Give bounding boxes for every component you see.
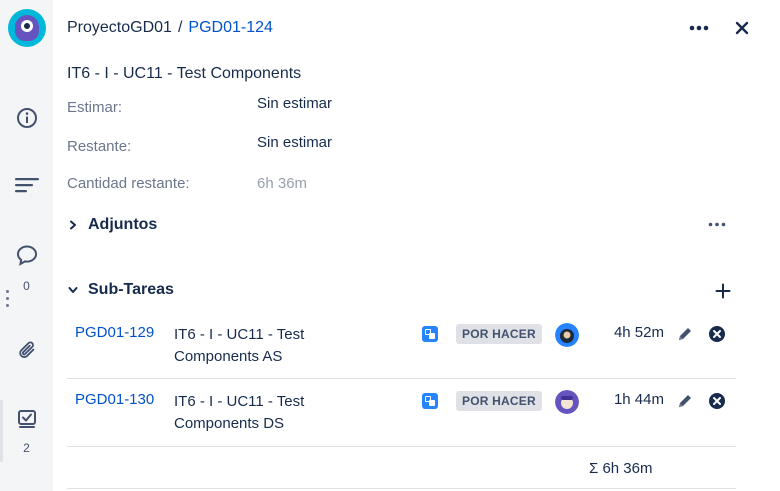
remaining-label: Restante:	[67, 138, 132, 155]
add-subtask-icon[interactable]	[712, 280, 734, 302]
subtasks-title: Sub-Tareas	[88, 281, 174, 298]
remaining-amount-label: Cantidad restante:	[67, 175, 190, 192]
breadcrumb-project[interactable]: ProyectoGD01	[67, 19, 172, 36]
subtask-row[interactable]: PGD01-130 IT6 - I - UC11 - Test Componen…	[67, 380, 736, 446]
close-icon[interactable]	[732, 18, 752, 38]
subtask-summary[interactable]: IT6 - I - UC11 - Test Components AS	[174, 324, 374, 368]
subtask-key[interactable]: PGD01-129	[75, 324, 154, 341]
remaining-amount-value: 6h 36m	[257, 175, 308, 192]
avatar[interactable]	[555, 390, 579, 414]
resize-handle[interactable]	[6, 290, 9, 310]
breadcrumb-separator: /	[177, 19, 183, 36]
logo-face	[15, 15, 39, 41]
estimate-value[interactable]: Sin estimar	[257, 95, 332, 112]
estimate-label: Estimar:	[67, 99, 123, 116]
status-badge[interactable]: POR HACER	[456, 324, 542, 344]
row-divider	[67, 488, 736, 489]
breadcrumb: ProyectoGD01 / PGD01-124	[67, 19, 273, 37]
subtasks-section-toggle[interactable]: Sub-Tareas	[68, 281, 174, 299]
subtask-key[interactable]: PGD01-130	[75, 391, 154, 408]
comment-icon[interactable]	[8, 238, 46, 272]
attachments-title: Adjuntos	[88, 216, 158, 233]
remove-icon[interactable]	[708, 325, 726, 343]
pencil-icon[interactable]	[676, 325, 694, 343]
subtask-time: 4h 52m	[613, 324, 664, 341]
subtask-summary[interactable]: IT6 - I - UC11 - Test Components DS	[174, 391, 374, 435]
app-logo[interactable]	[8, 9, 46, 47]
row-divider	[67, 378, 736, 379]
chevron-right-icon	[68, 217, 88, 233]
avatar[interactable]	[555, 323, 579, 347]
subtask-row[interactable]: PGD01-129 IT6 - I - UC11 - Test Componen…	[67, 313, 736, 379]
issue-title: IT6 - I - UC11 - Test Components	[67, 65, 302, 82]
status-badge[interactable]: POR HACER	[456, 391, 542, 411]
subtasks-icon[interactable]	[8, 402, 46, 436]
remaining-value[interactable]: Sin estimar	[257, 134, 332, 151]
attachment-icon[interactable]	[8, 333, 46, 367]
attachments-more-icon[interactable]	[705, 216, 729, 232]
subtasks-total-time: Σ 6h 36m	[589, 460, 653, 477]
chevron-down-icon	[68, 282, 88, 298]
row-divider	[67, 446, 736, 447]
remove-icon[interactable]	[708, 392, 726, 410]
left-rail: 0 2	[0, 0, 53, 491]
attachments-section-toggle[interactable]: Adjuntos	[68, 216, 157, 234]
subtask-time: 1h 44m	[613, 391, 664, 408]
breadcrumb-issue-key[interactable]: PGD01-124	[188, 19, 273, 36]
subtasks-count: 2	[23, 441, 30, 455]
details-icon[interactable]	[8, 168, 46, 202]
info-icon[interactable]	[8, 101, 46, 135]
pencil-icon[interactable]	[676, 392, 694, 410]
subtask-type-icon	[422, 326, 438, 342]
subtask-type-icon	[422, 393, 438, 409]
more-actions-icon[interactable]	[687, 19, 711, 37]
